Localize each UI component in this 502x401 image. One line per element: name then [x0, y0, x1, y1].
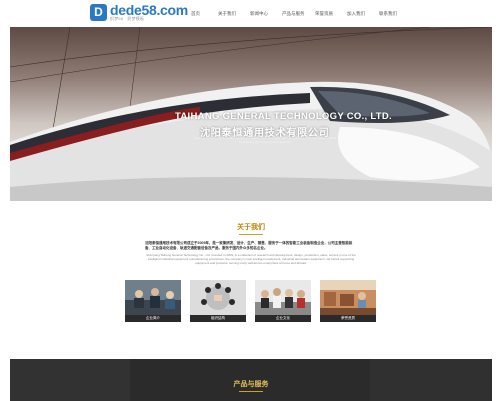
hero-title-en: TAIHANG GENERAL TECHNOLOGY CO., LTD.: [175, 111, 392, 122]
about-description: Shenyang Taiheng General Technology Co.,…: [146, 253, 356, 265]
nav-item-products[interactable]: 产品与服务: [282, 11, 305, 17]
logo-tagline: 织梦58 · 织梦模板: [110, 16, 145, 21]
card-label: 企业简介: [125, 315, 181, 322]
nav-item-about[interactable]: 关于我们: [218, 11, 236, 17]
site-logo[interactable]: D dede58.com 织梦58 · 织梦模板: [90, 2, 188, 23]
about-title-divider: [239, 234, 263, 235]
products-section-title: 产品与服务: [233, 381, 269, 388]
card-label: 组织结构: [190, 315, 246, 322]
card-honors[interactable]: 荣誉资质: [320, 280, 376, 322]
card-company-profile[interactable]: 企业简介: [125, 280, 181, 322]
products-title-divider: [239, 391, 263, 392]
meeting-photo: [125, 280, 181, 315]
office-photo: [320, 280, 376, 315]
logo-mark-icon: D: [90, 4, 107, 21]
nav-item-news[interactable]: 新闻中心: [250, 11, 268, 17]
card-label: 荣誉资质: [320, 315, 376, 322]
group-photo: [255, 280, 311, 315]
hero-subtitle: Strive to become the domestic leading in…: [194, 136, 336, 144]
main-nav: 首页 关于我们 新闻中心 产品与服务 荣誉资质 加入我们 联系我们: [185, 11, 415, 19]
card-organization[interactable]: 组织结构: [190, 280, 246, 322]
hero-banner: TAIHANG GENERAL TECHNOLOGY CO., LTD. 沈阳泰…: [10, 27, 492, 201]
nav-item-honors[interactable]: 荣誉资质: [315, 11, 333, 17]
about-cards: 企业简介 组织结构 企业文化 荣誉资质: [125, 280, 377, 322]
about-lead-text: 沈阳泰恒通用技术有限公司成立于2009年，是一家集研发、设计、生产、销售、服务于…: [145, 241, 353, 250]
products-section: 产品与服务: [10, 359, 492, 401]
nav-item-home[interactable]: 首页: [191, 11, 200, 17]
team-hands-photo: [190, 280, 246, 315]
nav-item-contact[interactable]: 联系我们: [379, 11, 397, 17]
nav-item-join[interactable]: 加入我们: [347, 11, 365, 17]
card-label: 企业文化: [255, 315, 311, 322]
card-culture[interactable]: 企业文化: [255, 280, 311, 322]
site-header: D dede58.com 织梦58 · 织梦模板 首页 关于我们 新闻中心 产品…: [0, 0, 502, 27]
about-section-title: 关于我们: [237, 224, 265, 231]
